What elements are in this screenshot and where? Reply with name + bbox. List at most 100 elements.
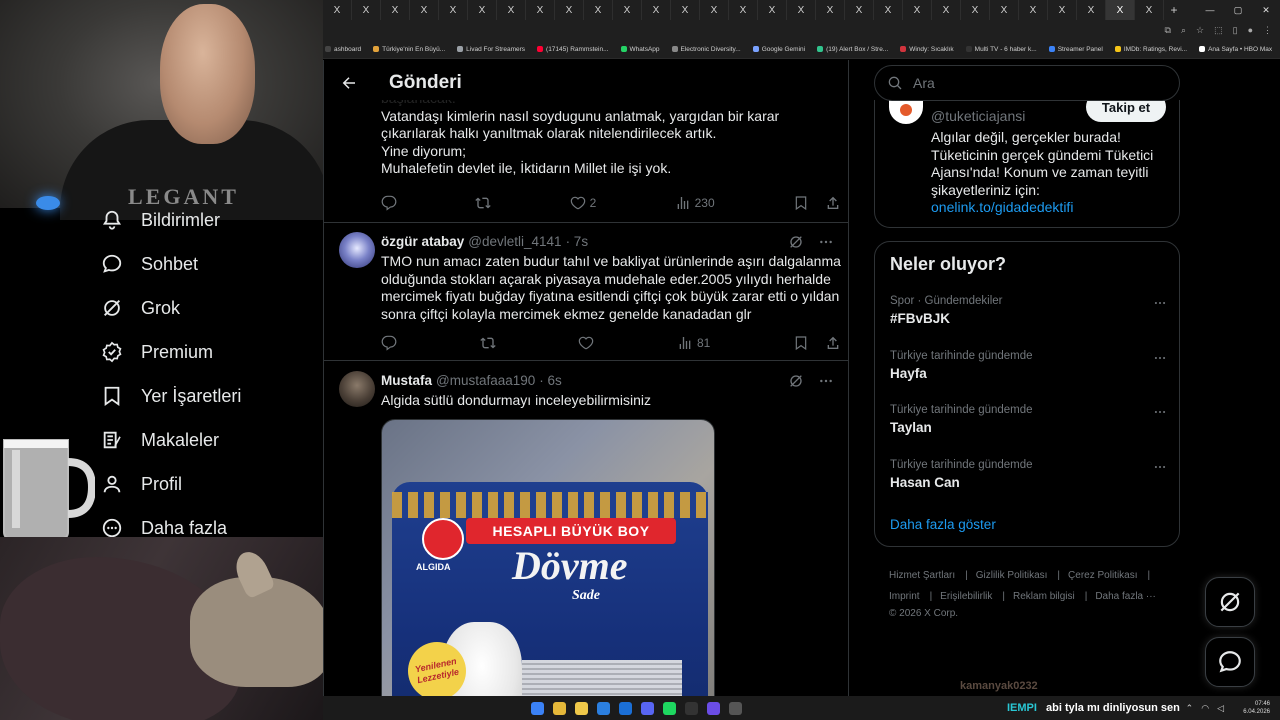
browser-tab[interactable]: X	[613, 0, 642, 20]
grok-icon[interactable]	[788, 373, 804, 389]
browser-tab[interactable]: X	[729, 0, 758, 20]
reply-post[interactable]: özgür atabay @devletli_4141 · 7s TMO nun…	[324, 222, 848, 361]
browser-tab[interactable]: X	[323, 0, 352, 20]
bookmark-item[interactable]: (17145) Rammstein...	[537, 46, 609, 53]
post-time[interactable]: · 7s	[566, 234, 589, 249]
browser-tab[interactable]: X	[903, 0, 932, 20]
like-button[interactable]	[578, 335, 594, 351]
browser-tab[interactable]: X	[497, 0, 526, 20]
browser-tab[interactable]: X	[555, 0, 584, 20]
search-box[interactable]	[874, 65, 1180, 101]
trend-item[interactable]: Türkiye tarihinde gündemde Taylan	[890, 404, 1168, 435]
avatar[interactable]	[889, 100, 923, 124]
browser-tab[interactable]: X	[671, 0, 700, 20]
tray-chevron-icon[interactable]: ⌃	[1186, 703, 1194, 714]
back-arrow-icon[interactable]	[339, 73, 359, 93]
grok-icon[interactable]	[788, 234, 804, 250]
browser-tab[interactable]: X	[990, 0, 1019, 20]
streamlabs-icon[interactable]	[707, 701, 720, 715]
bookmark-item[interactable]: Ana Sayfa • HBO Max	[1199, 46, 1272, 53]
app-icon[interactable]	[597, 701, 610, 715]
messages-floating-button[interactable]	[1205, 637, 1255, 687]
browser-tab[interactable]: X	[1019, 0, 1048, 20]
footer-link[interactable]: Reklam bilgisi	[1013, 591, 1075, 602]
display-name[interactable]: Mustafa	[381, 373, 432, 388]
trend-item[interactable]: Türkiye tarihinde gündemde Hayfa	[890, 350, 1168, 381]
bookmark-item[interactable]: Livad For Streamers	[457, 46, 525, 53]
taskbar-clock[interactable]: 07:46 6.04.2026	[1243, 700, 1270, 716]
more-options-icon[interactable]	[818, 373, 834, 389]
bookmark-item[interactable]: Streamer Panel	[1048, 46, 1103, 53]
reply-button[interactable]	[381, 195, 397, 211]
chrome-icon[interactable]	[553, 701, 566, 715]
file-explorer-icon[interactable]	[575, 701, 588, 715]
more-options-icon[interactable]	[1152, 404, 1168, 420]
discord-icon[interactable]	[641, 701, 654, 715]
search-input[interactable]	[913, 75, 1153, 91]
reply-button[interactable]	[381, 335, 397, 351]
bookmark-item[interactable]: IMDb: Ratings, Revi...	[1114, 46, 1187, 53]
browser-tab[interactable]: X	[1048, 0, 1077, 20]
more-options-icon[interactable]	[1152, 295, 1168, 311]
sidebar-icon[interactable]: ▯	[1233, 25, 1238, 36]
repost-button[interactable]	[475, 195, 491, 211]
new-tab-button[interactable]: +	[1164, 3, 1184, 17]
browser-tab[interactable]: X	[584, 0, 613, 20]
post-time[interactable]: · 6s	[539, 373, 562, 388]
repost-button[interactable]	[479, 335, 496, 351]
browser-tab[interactable]: X	[468, 0, 497, 20]
follow-button[interactable]: Takip et	[1086, 100, 1166, 122]
reply-post[interactable]: Mustafa @mustafaaa190 · 6s Algida sütlü …	[324, 361, 848, 696]
bookmark-item[interactable]: Türkiye'nin En Büyü...	[373, 46, 445, 53]
close-window-icon[interactable]: ✕	[1252, 5, 1280, 16]
sidebar-item-bildirimler[interactable]: Bildirimler	[0, 198, 323, 242]
share-button[interactable]	[825, 195, 841, 211]
browser-tab[interactable]: X	[845, 0, 874, 20]
grok-floating-button[interactable]	[1205, 577, 1255, 627]
browser-tab[interactable]: X	[758, 0, 787, 20]
sidebar-item-sohbet[interactable]: Sohbet	[0, 242, 323, 286]
profile-icon[interactable]: ●	[1248, 25, 1253, 35]
browser-tab[interactable]: X	[1135, 0, 1164, 20]
display-name[interactable]: özgür atabay	[381, 234, 464, 249]
footer-link[interactable]: Hizmet Şartları	[889, 570, 955, 581]
post-image[interactable]: ALGIDA HESAPLI BÜYÜK BOY Dövme Sade Yeni…	[381, 419, 715, 696]
avatar[interactable]	[339, 232, 375, 268]
sidebar-item-yer-i-şaretleri[interactable]: Yer İşaretleri	[0, 374, 323, 418]
trend-item[interactable]: Türkiye tarihinde gündemde Hasan Can	[890, 459, 1168, 490]
show-more-link[interactable]: Daha fazla göster	[890, 517, 996, 532]
browser-tab[interactable]: X	[1077, 0, 1106, 20]
browser-tab[interactable]: X	[874, 0, 903, 20]
footer-link[interactable]: Daha fazla ···	[1095, 591, 1156, 602]
user-handle[interactable]: @devletli_4141	[468, 234, 561, 249]
browser-tab[interactable]: X	[700, 0, 729, 20]
browser-tab[interactable]: X	[439, 0, 468, 20]
bookmark-item[interactable]: Electronic Diversity...	[671, 46, 741, 53]
browser-tab[interactable]: X	[787, 0, 816, 20]
star-icon[interactable]: ☆	[1196, 25, 1204, 36]
bio-link[interactable]: onelink.to/gidadedektifi	[931, 199, 1073, 215]
share-button[interactable]	[825, 335, 841, 351]
bookmark-button[interactable]	[793, 195, 809, 211]
more-options-icon[interactable]	[1152, 459, 1168, 475]
footer-link[interactable]: Erişilebilirlik	[940, 591, 992, 602]
user-handle[interactable]: @tuketiciajansi	[931, 108, 1025, 124]
views-button[interactable]: 230	[675, 195, 715, 211]
volume-icon[interactable]: ◁	[1217, 703, 1224, 714]
wifi-icon[interactable]: ◠	[1201, 703, 1209, 714]
footer-link[interactable]: Gizlilik Politikası	[976, 570, 1048, 581]
browser-tab[interactable]: X	[410, 0, 439, 20]
footer-link[interactable]: Çerez Politikası	[1068, 570, 1137, 581]
zoom-icon[interactable]: ⌕	[1181, 25, 1186, 36]
epic-icon[interactable]	[685, 701, 698, 715]
browser-tab[interactable]: X	[816, 0, 845, 20]
views-button[interactable]: 81	[677, 335, 710, 351]
obs-icon[interactable]	[729, 701, 742, 715]
steam-icon[interactable]	[619, 701, 632, 715]
bookmark-item[interactable]: Google Gemini	[752, 46, 805, 53]
browser-tab[interactable]: X	[961, 0, 990, 20]
bookmark-item[interactable]: Multi TV - 6 haber k...	[965, 46, 1037, 53]
trend-item[interactable]: Spor · Gündemdekiler #FBvBJK	[890, 295, 1168, 326]
browser-tab[interactable]: X	[352, 0, 381, 20]
avatar[interactable]	[339, 371, 375, 407]
